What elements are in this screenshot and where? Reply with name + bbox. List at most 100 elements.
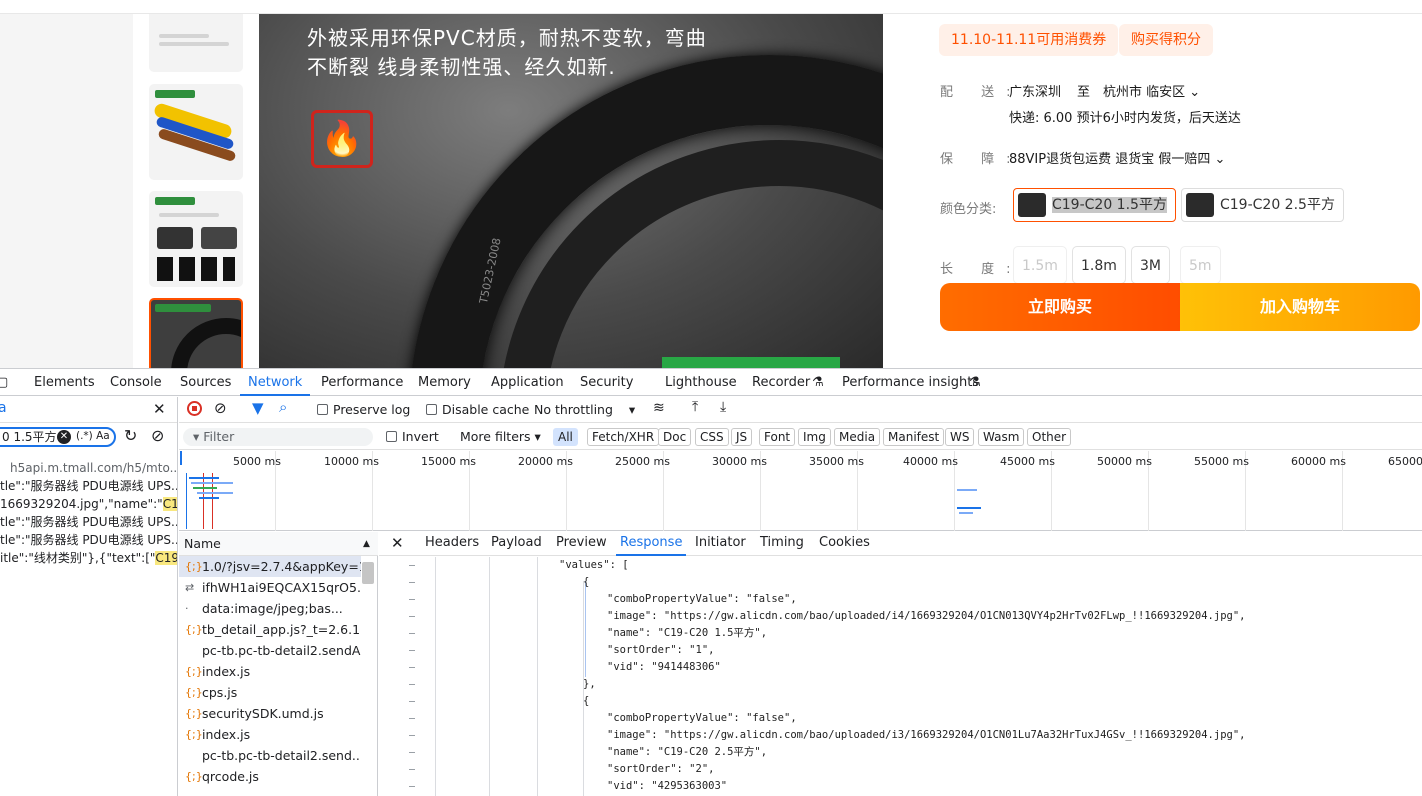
search-pane: a ✕ 0 1.5平方 ✕ (.*) Aa ↻ ⊘ h5api.m.tmall.…	[0, 397, 178, 796]
tab-lighthouse[interactable]: Lighthouse	[665, 369, 737, 396]
tab-memory[interactable]: Memory	[418, 369, 471, 396]
tab-elements[interactable]: Elements	[34, 369, 95, 396]
tab-performance-insights[interactable]: Performance insights	[842, 369, 979, 396]
request-row[interactable]: {;} securitySDK.umd.js	[179, 703, 361, 724]
throttling-select[interactable]: No throttling ▾	[534, 402, 635, 417]
more-filters-dropdown[interactable]: More filters ▾	[460, 429, 541, 444]
clear-search-icon[interactable]: ✕	[57, 430, 71, 444]
type-filter-all[interactable]: All	[553, 428, 578, 446]
tab-timing[interactable]: Timing	[760, 532, 804, 556]
tab-security[interactable]: Security	[580, 369, 633, 396]
search-options[interactable]: (.*) Aa	[76, 430, 110, 442]
request-list-scrollbar[interactable]	[362, 562, 374, 584]
request-row[interactable]: {;} cps.js	[179, 682, 361, 703]
invert-checkbox[interactable]: Invert	[386, 429, 439, 444]
recorder-flask-icon: ⚗	[812, 375, 824, 390]
thumbnail-4-selected[interactable]	[149, 298, 243, 368]
type-filter-media[interactable]: Media	[834, 428, 881, 446]
search-result-file[interactable]: h5api.m.tmall.com/h5/mto...	[0, 459, 177, 477]
color-option-1[interactable]: C19-C20 1.5平方	[1013, 188, 1176, 222]
export-har-icon[interactable]: ⤓	[720, 399, 726, 415]
type-filter-img[interactable]: Img	[798, 428, 831, 446]
close-detail-icon[interactable]: ✕	[391, 532, 404, 556]
clear-log-icon[interactable]: ⊘	[214, 399, 227, 417]
request-row[interactable]: pc-tb.pc-tb-detail2.sendAb	[179, 640, 361, 661]
request-row-selected[interactable]: {;}1.0/?jsv=2.7.4&appKey=1...	[179, 556, 361, 577]
tab-performance[interactable]: Performance	[321, 369, 403, 396]
length-option-2[interactable]: 1.8m	[1072, 246, 1126, 284]
request-row[interactable]: ⇄ ifhWH1ai9EQCAX15qrO5...	[179, 577, 361, 598]
image-caption-line-2: 不断裂 线身柔韧性强、经久如新.	[307, 55, 616, 79]
tab-preview[interactable]: Preview	[556, 532, 607, 556]
code-line: },	[583, 678, 596, 690]
length-option-3[interactable]: 3M	[1131, 246, 1170, 284]
type-filter-font[interactable]: Font	[759, 428, 796, 446]
search-result[interactable]: tle":"服务器线 PDU电源线 UPS...	[0, 513, 177, 531]
response-body[interactable]: "values": [ { "comboPropertyValue": "fal…	[379, 557, 1422, 796]
tab-network[interactable]: Network	[240, 369, 311, 396]
indent-guide-active	[585, 581, 586, 677]
preserve-log-checkbox[interactable]: Preserve log	[317, 402, 410, 417]
code-line: "sortOrder": "2",	[607, 763, 715, 775]
search-result[interactable]: itle":"线材类别"},{"text":["C19-...	[0, 549, 177, 567]
network-conditions-icon[interactable]: ≋	[653, 400, 665, 416]
search-icon[interactable]: ⌕	[279, 398, 287, 416]
tab-response[interactable]: Response	[616, 532, 687, 556]
import-har-icon[interactable]: ⤒	[692, 399, 698, 415]
shipping-destination-dropdown[interactable]: 杭州市 临安区 ⌄	[1103, 81, 1200, 100]
inspect-icon[interactable]: ▢	[0, 369, 8, 396]
request-row[interactable]: {;} index.js	[179, 661, 361, 682]
type-filter-js[interactable]: JS	[731, 428, 753, 446]
type-filter-ws[interactable]: WS	[945, 428, 975, 446]
tab-application[interactable]: Application	[491, 369, 564, 396]
filter-input[interactable]: ▾ Filter	[183, 428, 373, 446]
request-row[interactable]: · data:image/jpeg;bas...	[179, 598, 361, 619]
color-label: 颜色分类:	[940, 202, 997, 217]
coupon-tag[interactable]: 11.10-11.11可用消费券	[939, 24, 1119, 56]
type-filter-other[interactable]: Other	[1027, 428, 1072, 446]
code-line: "name": "C19-C20 1.5平方",	[607, 627, 768, 639]
tab-headers[interactable]: Headers	[425, 532, 479, 556]
filter-funnel-icon[interactable]: ▼	[252, 399, 264, 417]
tab-cookies[interactable]: Cookies	[819, 532, 870, 556]
search-result[interactable]: tle":"服务器线 PDU电源线 UPS...	[0, 477, 177, 495]
type-filter-wasm[interactable]: Wasm	[978, 428, 1025, 446]
request-row[interactable]: {;} qrcode.js	[179, 766, 361, 787]
guarantee-dropdown[interactable]: 88VIP退货包运费 退货宝 假一赔四 ⌄	[1009, 148, 1225, 167]
length-option-4[interactable]: 5m	[1180, 246, 1221, 284]
thumbnail-3[interactable]	[149, 191, 243, 287]
tab-recorder[interactable]: Recorder	[752, 369, 810, 396]
type-filter-fetch-xhr[interactable]: Fetch/XHR	[587, 428, 660, 446]
color-option-2[interactable]: C19-C20 2.5平方	[1181, 188, 1344, 222]
buy-now-button[interactable]: 立即购买	[940, 283, 1180, 331]
waterfall-bar	[197, 492, 233, 494]
thumbnail-2[interactable]	[149, 84, 243, 180]
request-row[interactable]: pc-tb.pc-tb-detail2.send...	[179, 745, 361, 766]
name-column-header[interactable]: Name ▲	[179, 532, 378, 556]
points-tag[interactable]: 购买得积分	[1119, 24, 1213, 56]
request-row[interactable]: {;} tb_detail_app.js?_t=2.6.1	[179, 619, 361, 640]
tab-initiator[interactable]: Initiator	[695, 532, 746, 556]
search-result[interactable]: 1669329204.jpg","name":"C1...	[0, 495, 177, 513]
code-line: "image": "https://gw.alicdn.com/bao/uplo…	[607, 610, 1246, 622]
request-name: 1.0/?jsv=2.7.4&appKey=1...	[202, 559, 361, 574]
waterfall-bar	[189, 477, 219, 479]
search-result[interactable]: tle":"服务器线 PDU电源线 UPS...	[0, 531, 177, 549]
type-filter-manifest[interactable]: Manifest	[883, 428, 945, 446]
record-stop-icon[interactable]	[187, 401, 202, 416]
length-option-1[interactable]: 1.5m	[1013, 246, 1067, 284]
tab-payload[interactable]: Payload	[491, 532, 542, 556]
type-filter-doc[interactable]: Doc	[658, 428, 692, 446]
tab-sources[interactable]: Sources	[180, 369, 231, 396]
network-overview-timeline[interactable]: 5000 ms 10000 ms 15000 ms 20000 ms 25000…	[179, 451, 1422, 531]
request-row[interactable]: {;} index.js	[179, 724, 361, 745]
disable-cache-checkbox[interactable]: Disable cache	[426, 402, 529, 417]
waterfall-bar	[199, 497, 219, 499]
refresh-icon[interactable]: ↻	[124, 426, 137, 445]
type-filter-css[interactable]: CSS	[695, 428, 729, 446]
add-to-cart-button[interactable]: 加入购物车	[1180, 283, 1420, 331]
code-line: {	[583, 695, 590, 707]
close-icon[interactable]: ✕	[153, 400, 166, 418]
tab-console[interactable]: Console	[110, 369, 162, 396]
clear-icon[interactable]: ⊘	[151, 426, 164, 445]
